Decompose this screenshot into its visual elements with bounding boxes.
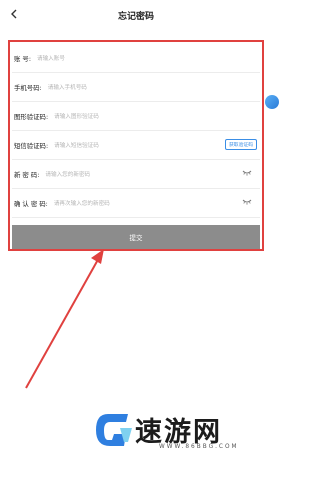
account-row: 账 号: 请输入账号 (12, 44, 260, 73)
eye-closed-icon[interactable] (242, 199, 252, 205)
confirm-password-label: 确 认 密 码: (14, 199, 48, 208)
sms-code-input[interactable]: 请输入短信验证码 (54, 141, 99, 149)
page-title: 忘记密码 (117, 12, 154, 22)
top-bar: 忘记密码 (0, 0, 272, 30)
phone-label: 手机号码: (14, 83, 42, 92)
sms-code-label: 短信验证码: (14, 141, 49, 150)
phone-input[interactable]: 请输入手机号码 (48, 83, 87, 91)
new-password-row: 新 密 码: 请输入您的新密码 (12, 160, 260, 189)
captcha-row: 图形验证码: 请输入图形验证码 (12, 102, 260, 131)
new-password-input[interactable]: 请输入您的新密码 (45, 170, 90, 178)
confirm-password-input[interactable]: 请再次输入您的新密码 (54, 199, 110, 207)
floating-assist-icon[interactable] (265, 95, 279, 109)
captcha-input[interactable]: 请输入图形验证码 (54, 112, 99, 120)
sms-code-row: 短信验证码: 请输入短信验证码 获取验证码 (12, 131, 260, 160)
site-watermark: 速游网 WWW.86BBG.COM (90, 408, 250, 464)
watermark-url: WWW.86BBG.COM (159, 444, 239, 450)
forgot-password-form: 账 号: 请输入账号 手机号码: 请输入手机号码 图形验证码: 请输入图形验证码… (8, 40, 264, 251)
site-logo-icon (96, 414, 132, 446)
submit-button[interactable]: 提交 (12, 225, 260, 249)
confirm-password-row: 确 认 密 码: 请再次输入您的新密码 (12, 189, 260, 218)
captcha-label: 图形验证码: (14, 112, 49, 121)
phone-row: 手机号码: 请输入手机号码 (12, 73, 260, 102)
account-input[interactable]: 请输入账号 (37, 54, 65, 62)
account-label: 账 号: (14, 54, 31, 63)
new-password-label: 新 密 码: (14, 170, 40, 179)
eye-closed-icon[interactable] (242, 170, 252, 176)
get-sms-code-button[interactable]: 获取验证码 (225, 139, 257, 150)
